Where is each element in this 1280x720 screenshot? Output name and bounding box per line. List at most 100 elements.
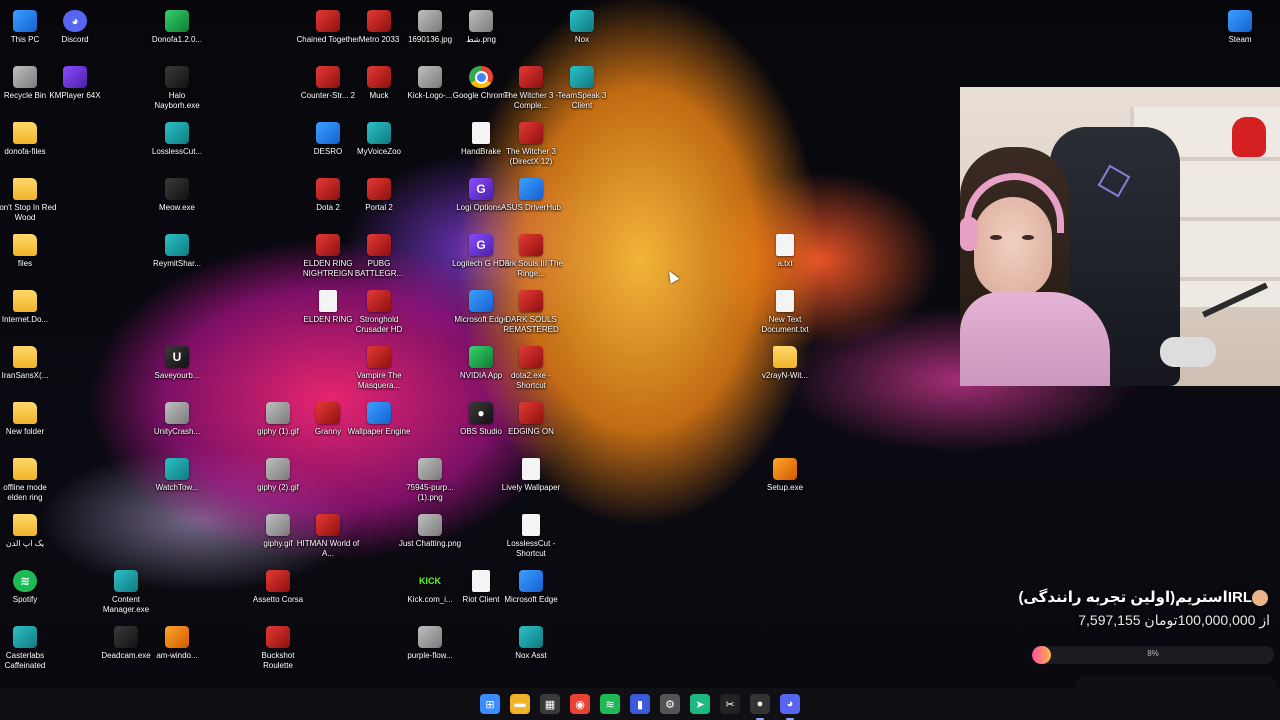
desktop-icon[interactable]: a.txt <box>756 230 814 284</box>
desktop-icon[interactable]: Don't Stop In Red Wood <box>0 174 56 228</box>
desktop-icon[interactable]: Nox <box>553 6 611 60</box>
desktop-icon[interactable]: Kick-Logo-... <box>401 62 459 116</box>
desktop-icon-label: Just Chatting.png <box>398 539 462 548</box>
eye <box>1022 235 1034 240</box>
desktop-icon[interactable]: Lively Wallpaper <box>502 454 560 508</box>
desktop-icon-label: offline mode elden ring <box>3 483 47 502</box>
desktop-icon-label: MyVoiceZoo <box>356 147 402 156</box>
desktop-icon-label: Buckshot Roulette <box>261 651 295 670</box>
desktop-icon[interactable]: DESRO <box>299 118 357 172</box>
game-icon <box>367 234 391 256</box>
desktop-icon[interactable]: یک اپ الدن <box>0 510 54 564</box>
discord-icon[interactable]: ◕ <box>780 694 800 720</box>
desktop-icon[interactable]: UnityCrash... <box>148 398 206 452</box>
desktop-icon[interactable]: am-windo... <box>148 622 206 676</box>
exe-icon <box>165 66 189 88</box>
desktop-icon[interactable]: Deadcam.exe <box>97 622 155 676</box>
desktop-icon[interactable]: Microsoft Edge <box>502 566 560 620</box>
desktop-icon[interactable]: Casterlabs Caffeinated <box>0 622 54 676</box>
desktop-icon[interactable]: Wallpaper Engine <box>348 398 410 452</box>
folder-icon <box>773 346 797 368</box>
desktop-icon[interactable]: New Text Document.txt <box>756 286 814 340</box>
desktop-icon[interactable]: Dota 2 <box>299 174 357 228</box>
nox-icon <box>519 626 543 648</box>
desktop-icon[interactable]: Internet.Do... <box>0 286 54 340</box>
desktop-icon[interactable]: شط.png <box>452 6 510 60</box>
desktop-icon[interactable]: Just Chatting.png <box>398 510 462 564</box>
desktop-icon[interactable]: HITMAN World of A... <box>297 510 359 564</box>
desktop-icon[interactable]: Meow.exe <box>148 174 206 228</box>
logi-icon: G <box>469 234 493 256</box>
windows-start-icon[interactable]: ⊞ <box>480 694 500 714</box>
desktop-icon[interactable]: Vampire The Masquera... <box>350 342 408 396</box>
chrome-icon <box>469 66 493 88</box>
desktop-icon[interactable]: Chained Together <box>296 6 360 60</box>
desktop-icon[interactable]: U Saveyourb... <box>148 342 206 396</box>
desktop-icon-label: Nox <box>574 35 590 44</box>
desktop-icon[interactable]: 1690136.jpg <box>401 6 459 60</box>
desktop-icon[interactable]: Buckshot Roulette <box>249 622 307 676</box>
desktop-icon[interactable]: purple-flow... <box>401 622 459 676</box>
desktop-icon[interactable]: WatchTow... <box>148 454 206 508</box>
gear-icon[interactable]: ⚙ <box>660 694 680 714</box>
computer-icon <box>13 10 37 32</box>
desktop-icon[interactable]: Metro 2033 <box>350 6 408 60</box>
donation-progress-bar: 8% <box>1032 646 1274 664</box>
desktop-icon[interactable]: Steam <box>1211 6 1269 60</box>
desktop-icon[interactable]: The Witcher 3 (DirectX 12) <box>502 118 560 172</box>
chart-icon[interactable]: ▮ <box>630 694 650 714</box>
desktop-icon[interactable]: MyVoiceZoo <box>350 118 408 172</box>
desktop-icon[interactable]: TeamSpeak 3 Client <box>553 62 611 116</box>
desktop-icon[interactable]: ASUS DriverHub <box>501 174 561 228</box>
chrome-icon[interactable]: ◉ <box>570 694 590 714</box>
desktop-icon[interactable]: IranSansX(... <box>0 342 54 396</box>
capcut-icon[interactable]: ✂ <box>720 694 740 714</box>
desktop-icon[interactable]: Nox Asst <box>502 622 560 676</box>
desktop-icon[interactable]: ≋ Spotify <box>0 566 54 620</box>
desktop-icon[interactable]: donofa-files <box>0 118 54 172</box>
desktop-icon[interactable]: PUBG BATTLEGR... <box>350 230 408 284</box>
desktop-icon[interactable]: Stronghold Crusader HD <box>350 286 408 340</box>
desktop-icon[interactable]: DARK SOULS REMASTERED <box>502 286 560 340</box>
spotify-icon[interactable]: ≋ <box>600 694 620 714</box>
desktop-icon[interactable]: Halo Nayborh.exe <box>148 62 206 116</box>
desktop-icon[interactable]: Dark Souls III The Ringe... <box>499 230 563 284</box>
desktop-icon[interactable]: ◕ Discord <box>46 6 104 60</box>
desktop-icon-label: The Witcher 3 (DirectX 12) <box>506 147 556 166</box>
desktop-icon[interactable]: giphy (2).gif <box>249 454 307 508</box>
image-file-icon <box>418 514 442 536</box>
desktop-icon[interactable]: Setup.exe <box>756 454 814 508</box>
desktop-icon[interactable]: Donofa1.2.0... <box>148 6 206 60</box>
folder-icon[interactable]: ▬ <box>510 694 530 714</box>
desktop-icon-label: UnityCrash... <box>153 427 201 436</box>
desktop-icon[interactable]: KICK Kick.com_i... <box>401 566 459 620</box>
streamer-shirt <box>960 292 1110 386</box>
desktop-icon[interactable]: v2rayN-Wit... <box>756 342 814 396</box>
desktop-icon[interactable]: offline mode elden ring <box>0 454 54 508</box>
game-icon <box>519 290 543 312</box>
game-icon <box>519 122 543 144</box>
desktop-icon[interactable]: Content Manager.exe <box>97 566 155 620</box>
desktop-icon[interactable]: KMPlayer 64X <box>46 62 104 116</box>
obs-icon[interactable]: ● <box>750 694 770 720</box>
desktop-icon[interactable]: EDGING ON <box>502 398 560 452</box>
desktop-icon[interactable]: Portal 2 <box>350 174 408 228</box>
desktop-icon[interactable]: ReymitShar... <box>148 230 206 284</box>
game-icon <box>367 178 391 200</box>
desktop-icon[interactable]: dota2.exe - Shortcut <box>502 342 560 396</box>
eye <box>990 235 1002 240</box>
desktop-icon[interactable]: LosslessCut... <box>148 118 206 172</box>
game-icon <box>367 66 391 88</box>
desktop-icon[interactable]: Granny <box>299 398 357 452</box>
desktop-icon-label: WatchTow... <box>155 483 199 492</box>
desktop-icon[interactable]: 75945-purp... (1).png <box>401 454 459 508</box>
desktop-icon[interactable]: New folder <box>0 398 54 452</box>
desktop-icon[interactable]: files <box>0 230 54 284</box>
desktop-icon[interactable]: Counter-Str... 2 <box>299 62 357 116</box>
desktop-icon[interactable]: LosslessCut - Shortcut <box>502 510 560 564</box>
store-icon[interactable]: ▦ <box>540 694 560 714</box>
desktop-icon[interactable]: Assetto Corsa <box>249 566 307 620</box>
paper-plane-icon[interactable]: ➤ <box>690 694 710 714</box>
folder-icon <box>13 458 37 480</box>
desktop-icon[interactable]: Muck <box>350 62 408 116</box>
